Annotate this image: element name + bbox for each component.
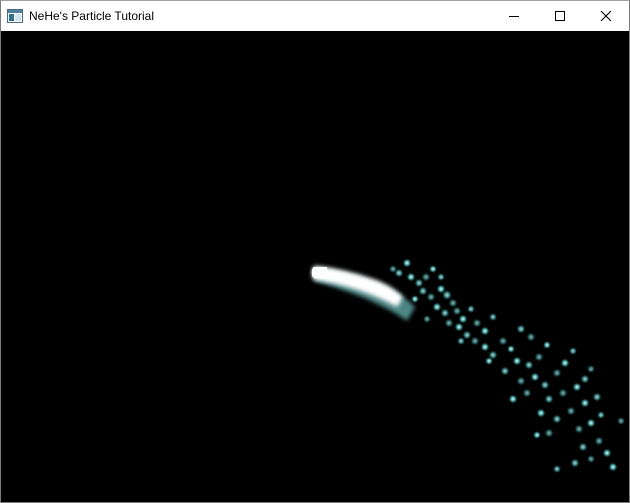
particle bbox=[578, 442, 588, 452]
particle bbox=[512, 356, 522, 366]
particle bbox=[574, 424, 584, 434]
particle bbox=[402, 258, 412, 268]
minimize-button[interactable] bbox=[491, 1, 537, 31]
maximize-button[interactable] bbox=[537, 1, 583, 31]
particle bbox=[536, 408, 546, 418]
particle bbox=[418, 286, 428, 296]
particle bbox=[457, 337, 465, 345]
particle bbox=[540, 380, 550, 390]
particle bbox=[442, 290, 452, 300]
particle bbox=[429, 265, 437, 273]
particle bbox=[526, 332, 536, 342]
particle bbox=[467, 305, 475, 313]
particle bbox=[570, 458, 580, 468]
particle bbox=[608, 462, 618, 472]
particle bbox=[462, 330, 472, 340]
particle bbox=[508, 394, 518, 404]
particle bbox=[552, 414, 562, 424]
particle bbox=[489, 313, 497, 321]
particle bbox=[454, 322, 464, 332]
particle bbox=[448, 298, 458, 308]
particle bbox=[587, 365, 595, 373]
particle bbox=[586, 418, 596, 428]
particle bbox=[444, 318, 454, 328]
particle bbox=[558, 388, 568, 398]
particle bbox=[485, 357, 493, 365]
particle bbox=[507, 345, 515, 353]
particle bbox=[423, 315, 431, 323]
opengl-viewport[interactable] bbox=[1, 31, 629, 502]
particle bbox=[569, 347, 577, 355]
particle bbox=[472, 318, 482, 328]
app-window-icon bbox=[7, 9, 23, 23]
particle bbox=[594, 436, 604, 446]
particle bbox=[470, 336, 480, 346]
title-bar[interactable]: NeHe's Particle Tutorial bbox=[1, 1, 629, 31]
particle bbox=[552, 368, 562, 378]
particle bbox=[544, 394, 554, 404]
particle bbox=[480, 342, 490, 352]
close-icon bbox=[600, 10, 612, 22]
window-controls bbox=[491, 1, 629, 31]
maximize-icon bbox=[555, 11, 565, 21]
minimize-icon bbox=[509, 16, 519, 17]
app-window: NeHe's Particle Tutorial bbox=[0, 0, 630, 503]
particle bbox=[458, 314, 468, 324]
particle bbox=[592, 392, 602, 402]
particle bbox=[480, 326, 490, 336]
particle bbox=[500, 366, 510, 376]
particle bbox=[544, 428, 554, 438]
particle bbox=[597, 411, 605, 419]
particle bbox=[414, 278, 424, 288]
particle bbox=[524, 360, 534, 370]
particle bbox=[452, 306, 462, 316]
particle bbox=[543, 341, 551, 349]
particle bbox=[560, 358, 570, 368]
particle bbox=[580, 374, 590, 384]
particle bbox=[389, 265, 397, 273]
particle bbox=[533, 431, 541, 439]
close-button[interactable] bbox=[583, 1, 629, 31]
particle bbox=[587, 455, 595, 463]
particle bbox=[432, 302, 442, 312]
particle bbox=[617, 417, 625, 425]
particle bbox=[572, 382, 582, 392]
particle-emitter-head bbox=[311, 267, 329, 279]
particle bbox=[602, 448, 612, 458]
particle bbox=[421, 272, 431, 282]
window-title: NeHe's Particle Tutorial bbox=[29, 9, 155, 23]
particle bbox=[516, 324, 526, 334]
particle bbox=[530, 372, 540, 382]
particle bbox=[426, 292, 436, 302]
particle bbox=[516, 376, 526, 386]
particle bbox=[566, 406, 576, 416]
particle bbox=[498, 336, 508, 346]
particle bbox=[522, 388, 532, 398]
particle bbox=[406, 272, 416, 282]
particle bbox=[411, 295, 419, 303]
particle-scene bbox=[1, 31, 629, 502]
particle bbox=[534, 352, 544, 362]
particle bbox=[553, 465, 561, 473]
particle bbox=[580, 398, 590, 408]
particle bbox=[440, 308, 450, 318]
particle bbox=[437, 273, 445, 281]
